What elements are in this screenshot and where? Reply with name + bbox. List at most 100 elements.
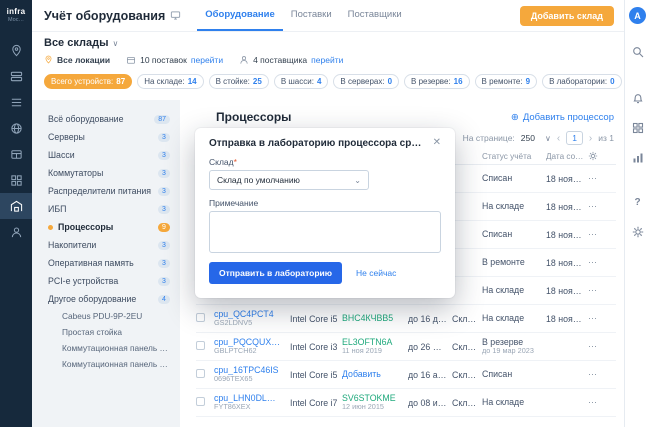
not-now-button[interactable]: Не сейчас: [356, 268, 396, 278]
modules-icon[interactable]: [0, 63, 32, 89]
header-date[interactable]: Дата со…: [546, 152, 588, 161]
warranty: до 08 ию…: [408, 397, 452, 408]
record-date: 18 ноя…: [546, 201, 582, 212]
prev-page-button[interactable]: ‹: [557, 133, 560, 144]
row-actions-button[interactable]: ⋯: [588, 285, 602, 296]
row-actions-button[interactable]: ⋯: [588, 341, 602, 352]
apps-grid-icon[interactable]: [630, 120, 646, 136]
row-actions-button[interactable]: ⋯: [588, 397, 602, 408]
status: Списан: [482, 369, 513, 380]
device-model: Intel Core i5: [290, 369, 338, 380]
header-tabs: Оборудование Поставки Поставщики: [197, 0, 409, 31]
chip-in-rack[interactable]: В стойке: 25: [208, 73, 269, 89]
row-checkbox[interactable]: [196, 341, 205, 350]
close-icon[interactable]: ✕: [433, 138, 441, 148]
per-page-dropdown[interactable]: 250: [521, 133, 535, 143]
suppliers-go-link[interactable]: перейти: [311, 55, 343, 65]
warehouse: Скл…: [452, 397, 477, 408]
nav-item-patch-panel-1[interactable]: Коммутационная панель U…: [32, 340, 180, 356]
send-to-lab-button[interactable]: Отправить в лабораторию: [209, 262, 343, 284]
selected-dot-icon: [48, 224, 53, 230]
nav-item-other[interactable]: Другое оборудование 4: [32, 290, 180, 308]
nav-item-patch-panel-2[interactable]: Коммутационная панель U…: [32, 356, 180, 372]
warranty: до 16 ап…: [408, 369, 452, 380]
warehouse-select[interactable]: Склад по умолчанию ⌄: [209, 170, 369, 190]
page-title: Учёт оборудования: [44, 8, 166, 23]
device-id: GS2LDNV5: [214, 318, 253, 328]
chip-in-reserve[interactable]: В резерве: 16: [404, 73, 470, 89]
all-locations-label: Все локации: [57, 54, 111, 65]
row-actions-button[interactable]: ⋯: [588, 257, 602, 268]
globe-icon[interactable]: [0, 115, 32, 141]
chip-in-servers[interactable]: В серверах: 0: [333, 73, 400, 89]
status: На складе: [482, 397, 525, 408]
warehouse-icon[interactable]: [0, 193, 32, 219]
add-processor-link[interactable]: ⊕ Добавить процессор: [511, 112, 614, 123]
chip-in-lab[interactable]: В лаборатории: 0: [542, 73, 622, 89]
device-model: Intel Core i7: [290, 397, 338, 408]
package-icon[interactable]: [0, 141, 32, 167]
nav-item-cabeus-pdu[interactable]: Cabeus PDU-9P-2EU: [32, 308, 180, 324]
tab-deliveries[interactable]: Поставки: [283, 0, 340, 31]
nav-item-chassis[interactable]: Шасси 3: [32, 146, 180, 164]
location-pin-icon[interactable]: [0, 37, 32, 63]
header-status[interactable]: Статус учёта: [482, 152, 546, 161]
nav-item-pci[interactable]: PCI-е устройства 3: [32, 272, 180, 290]
table-row: cpu_16TPC46IS 0696TEX65 Intel Core i5 Доб…: [196, 361, 616, 389]
nav-item-processors[interactable]: Процессоры 9: [32, 218, 180, 236]
nav-item-all-equipment[interactable]: Всё оборудование 87: [32, 110, 180, 128]
main-sidebar: infra Мос…: [0, 0, 32, 427]
send-to-lab-modal: Отправка в лабораторию процессора cpu_C3…: [195, 128, 455, 298]
nav-item-drives[interactable]: Накопители 3: [32, 236, 180, 254]
chip-in-stock[interactable]: На складе: 14: [137, 73, 204, 89]
tab-equipment[interactable]: Оборудование: [197, 0, 283, 31]
app-logo: infra: [6, 7, 26, 16]
gear-icon[interactable]: [630, 224, 646, 240]
chart-icon[interactable]: [630, 150, 646, 166]
tab-suppliers[interactable]: Поставщики: [340, 0, 410, 31]
nav-item-pdu[interactable]: Распределители питания 3: [32, 182, 180, 200]
row-checkbox[interactable]: [196, 313, 205, 322]
row-checkbox[interactable]: [196, 397, 205, 406]
chip-in-chassis[interactable]: В шасси: 4: [273, 73, 329, 89]
nav-item-ups[interactable]: ИБП 3: [32, 200, 180, 218]
status: На складе: [482, 201, 525, 212]
nav-item-ram[interactable]: Оперативная память 3: [32, 254, 180, 272]
add-component-link[interactable]: Добавить: [342, 369, 408, 380]
user-icon[interactable]: [0, 219, 32, 245]
chip-in-repair[interactable]: В ремонте: 9: [474, 73, 538, 89]
row-actions-button[interactable]: ⋯: [588, 173, 602, 184]
nav-item-simple-rack[interactable]: Простая стойка: [32, 324, 180, 340]
help-icon[interactable]: ?: [630, 194, 646, 210]
warehouses-dropdown[interactable]: Все склады: [44, 37, 108, 49]
current-page[interactable]: 1: [566, 131, 583, 145]
row-actions-button[interactable]: ⋯: [588, 313, 602, 324]
component-link[interactable]: ВНС4КЧВВ5: [342, 313, 408, 324]
row-actions-button[interactable]: ⋯: [588, 369, 602, 380]
next-page-button[interactable]: ›: [589, 133, 592, 144]
status: Списан: [482, 229, 513, 240]
status-filter-chips: Всего устройств: 87 На складе: 14 В стойке…: [44, 73, 637, 89]
row-actions-button[interactable]: ⋯: [588, 229, 602, 240]
deliveries-go-link[interactable]: перейти: [191, 55, 223, 65]
chip-total[interactable]: Всего устройств: 87: [44, 73, 133, 89]
list-icon[interactable]: [0, 89, 32, 115]
record-date: 18 ноя…: [546, 257, 582, 268]
status: Списан: [482, 173, 513, 184]
subheader: Все склады ∨ Все локации 10 поставок пер…: [32, 32, 637, 100]
bell-icon[interactable]: [630, 90, 646, 106]
table-settings-icon[interactable]: [588, 151, 602, 163]
app-logo-subtitle: Мос…: [8, 17, 24, 23]
equipment-category-nav: Всё оборудование 87 Серверы 3 Шасси 3 Комму…: [32, 100, 180, 427]
add-warehouse-button[interactable]: Добавить склад: [519, 5, 614, 26]
nav-item-servers[interactable]: Серверы 3: [32, 128, 180, 146]
grid-icon[interactable]: [0, 167, 32, 193]
row-actions-button[interactable]: ⋯: [588, 201, 602, 212]
nav-item-switches[interactable]: Коммутаторы 3: [32, 164, 180, 182]
user-avatar[interactable]: A: [629, 7, 646, 24]
table-row: cpu_PQCQUX… GBLPTCH62 Intel Core i3 EL3OF…: [196, 333, 616, 361]
search-icon[interactable]: [630, 44, 646, 60]
note-field-label: Примечание: [209, 198, 259, 208]
note-textarea[interactable]: [209, 211, 441, 253]
row-checkbox[interactable]: [196, 369, 205, 378]
